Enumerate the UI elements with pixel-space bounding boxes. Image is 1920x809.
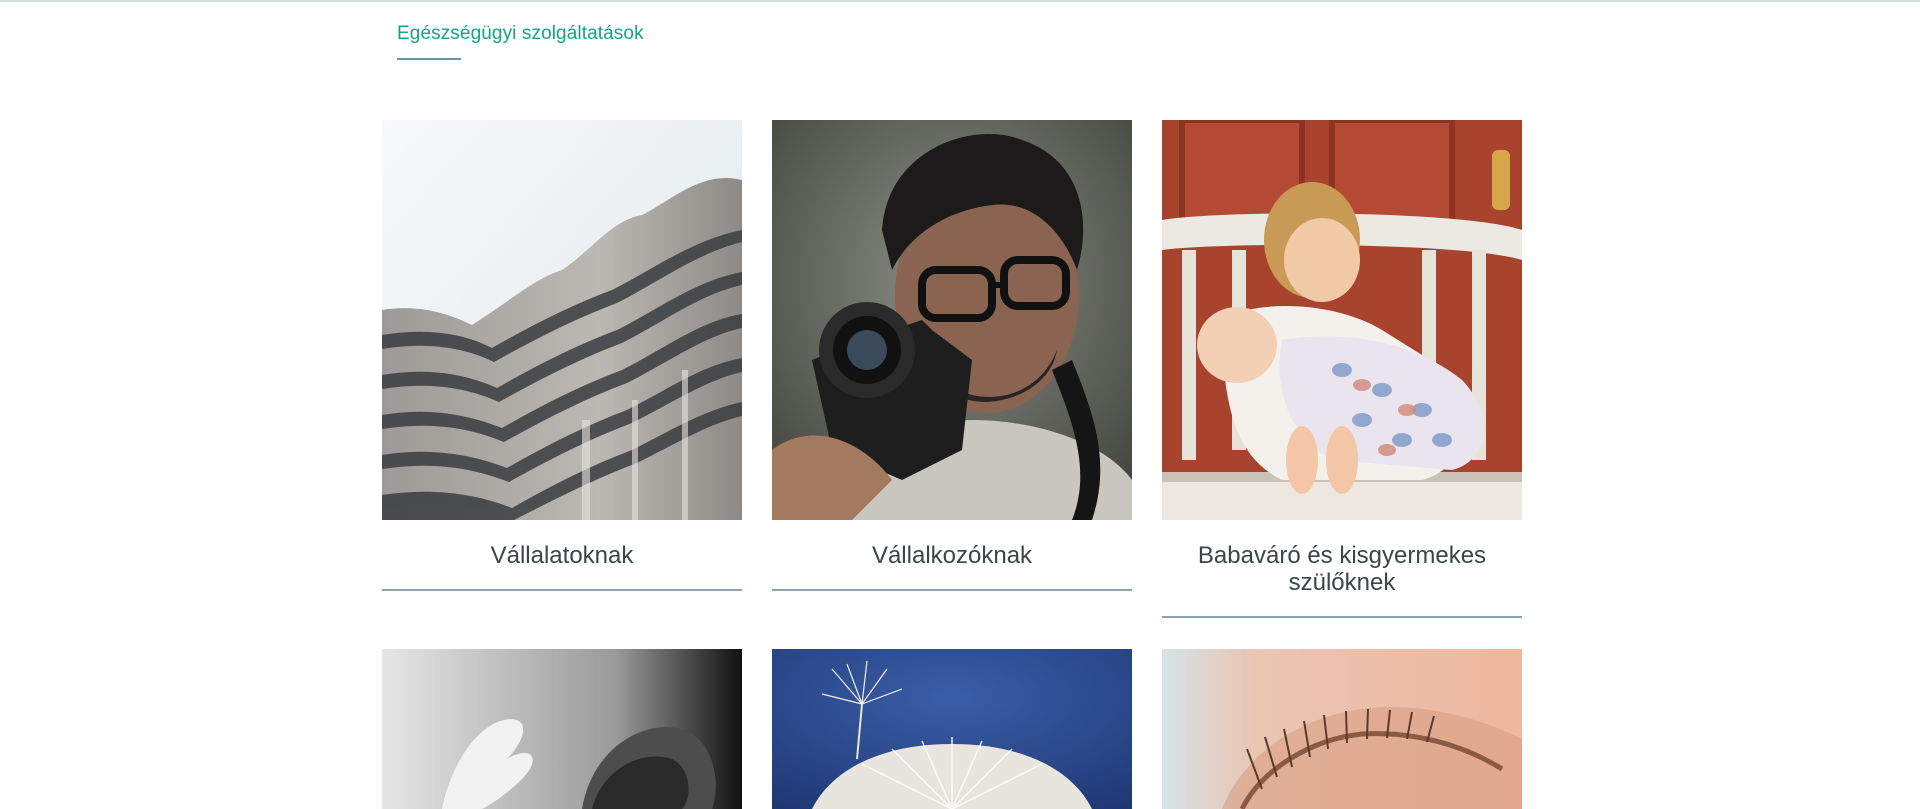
card-image-dandelion [772, 649, 1132, 809]
card-image-building [382, 120, 742, 520]
building-photo [382, 120, 742, 520]
children-photo [1162, 120, 1522, 520]
top-divider [0, 0, 1920, 2]
card-image-baby-bw [382, 649, 742, 809]
card-title: Vállalatoknak [490, 542, 634, 569]
section-title-underline [397, 58, 461, 60]
dandelion-photo [772, 649, 1132, 809]
baby-hand-photo [382, 649, 742, 809]
service-card-4[interactable] [382, 649, 742, 809]
service-card-parents[interactable]: Babaváró és kisgyermekes szülőknek [1162, 120, 1522, 618]
card-divider [382, 589, 742, 591]
card-image-eye [1162, 649, 1522, 809]
section-header: Egészségügyi szolgáltatások [397, 20, 644, 60]
card-divider [1162, 616, 1522, 618]
service-card-entrepreneurs[interactable]: Vállalkozóknak [772, 120, 1132, 591]
service-card-companies[interactable]: Vállalatoknak [382, 120, 742, 591]
service-card-5[interactable] [772, 649, 1132, 809]
card-divider [772, 589, 1132, 591]
card-image-photographer [772, 120, 1132, 520]
service-card-6[interactable] [1162, 649, 1522, 809]
card-title: Vállalkozóknak [871, 542, 1033, 569]
photographer-photo [772, 120, 1132, 520]
newborn-eye-photo [1162, 649, 1522, 809]
card-image-children [1162, 120, 1522, 520]
section-title-link[interactable]: Egészségügyi szolgáltatások [397, 20, 644, 48]
card-title: Babaváró és kisgyermekes szülőknek [1197, 542, 1487, 596]
